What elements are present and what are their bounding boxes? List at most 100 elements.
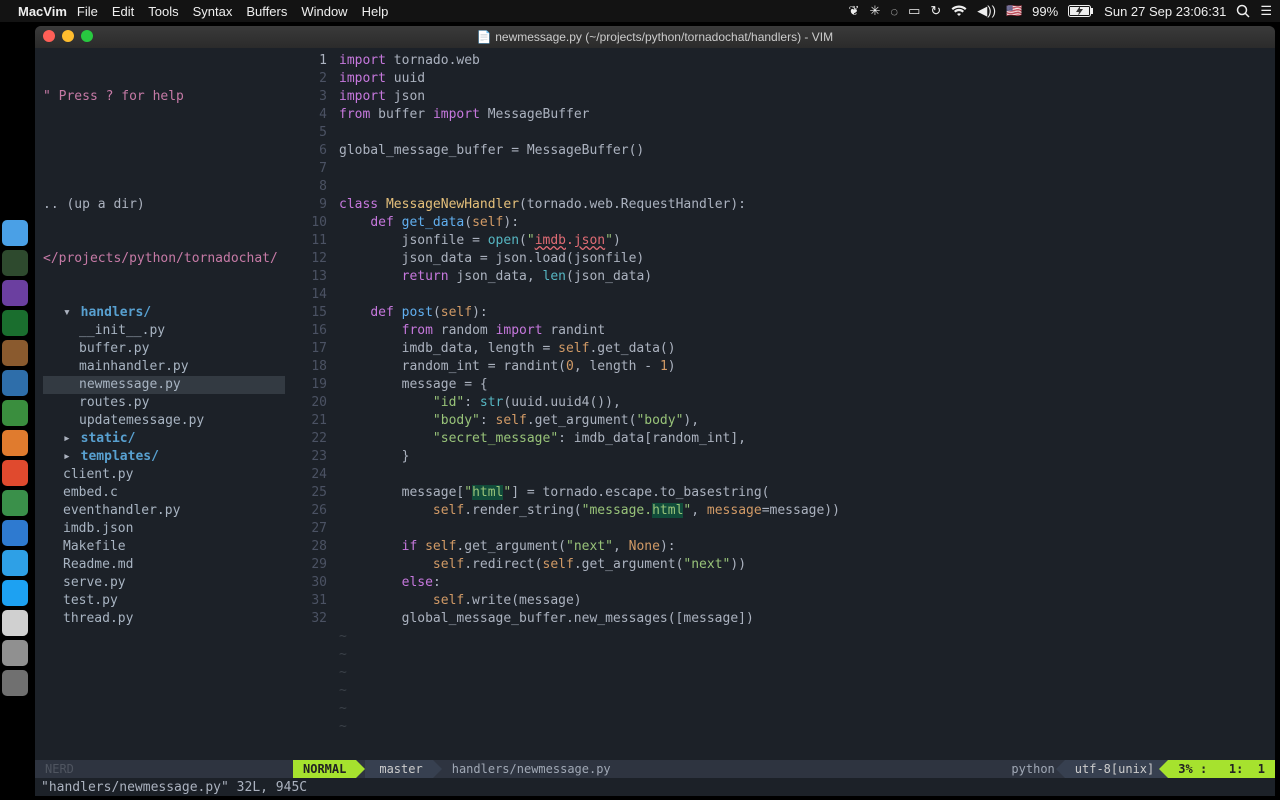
dock-app-2[interactable] [2,280,28,306]
tree-file[interactable]: client.py [43,466,285,484]
tree-file[interactable]: newmessage.py [43,376,285,394]
tree-file[interactable]: thread.py [43,610,285,628]
nerdtree-panel[interactable]: " Press ? for help .. (up a dir) </proje… [35,48,293,760]
sync-icon[interactable]: ✳ [869,3,880,19]
menu-item-syntax[interactable]: Syntax [193,4,233,19]
chevron-right-icon[interactable]: ▸ [63,449,71,464]
menu-item-help[interactable]: Help [362,4,389,19]
code-line[interactable]: else: [339,574,1275,592]
code-line[interactable] [339,520,1275,538]
clock[interactable]: Sun 27 Sep 23:06:31 [1104,4,1226,19]
dock-app-6[interactable] [2,400,28,426]
battery-icon[interactable] [1068,5,1094,17]
spotlight-icon[interactable] [1236,4,1250,18]
code-line[interactable]: "body": self.get_argument("body"), [339,412,1275,430]
nerdtree-updir[interactable]: .. (up a dir) [43,196,285,214]
code-line[interactable] [339,178,1275,196]
code-line[interactable]: def post(self): [339,304,1275,322]
zoom-icon[interactable] [81,30,93,42]
code-buffer[interactable]: import tornado.webimport uuidimport json… [333,48,1275,760]
volume-icon[interactable]: ◀)) [977,3,996,19]
code-line[interactable] [339,466,1275,484]
dock-app-3[interactable] [2,310,28,336]
dock-app-12[interactable] [2,580,28,606]
code-line[interactable] [339,124,1275,142]
dock-app-5[interactable] [2,370,28,396]
tree-file[interactable]: embed.c [43,484,285,502]
tree-file[interactable]: mainhandler.py [43,358,285,376]
code-line[interactable]: random_int = randint(0, length - 1) [339,358,1275,376]
tree-file[interactable]: imdb.json [43,520,285,538]
code-line[interactable]: json_data = json.load(jsonfile) [339,250,1275,268]
menu-item-edit[interactable]: Edit [112,4,134,19]
input-flag-icon[interactable]: 🇺🇸 [1006,3,1022,19]
nerdtree-root[interactable]: </projects/python/tornadochat/ [43,250,285,268]
timemachine-icon[interactable]: ↻ [930,3,941,19]
chevron-right-icon[interactable]: ▸ [63,431,71,446]
notification-center-icon[interactable]: ☰ [1260,3,1272,19]
display-icon[interactable]: ▭ [908,3,920,19]
code-line[interactable] [339,286,1275,304]
menu-item-file[interactable]: File [77,4,98,19]
code-line[interactable]: from random import randint [339,322,1275,340]
dock-app-8[interactable] [2,460,28,486]
tree-dir[interactable]: ▾ handlers/ [43,304,285,322]
menu-item-window[interactable]: Window [301,4,347,19]
chevron-down-icon[interactable]: ▾ [63,305,71,320]
menu-item-tools[interactable]: Tools [148,4,178,19]
battery-percent[interactable]: 99% [1032,4,1058,19]
titlebar[interactable]: 📄 newmessage.py (~/projects/python/torna… [35,26,1275,48]
code-line[interactable]: message = { [339,376,1275,394]
dock-app-9[interactable] [2,490,28,516]
close-icon[interactable] [43,30,55,42]
code-line[interactable]: self.write(message) [339,592,1275,610]
evernote-icon[interactable]: ❦ [849,3,860,19]
command-line[interactable]: "handlers/newmessage.py" 32L, 945C [35,778,1275,796]
code-line[interactable]: if self.get_argument("next", None): [339,538,1275,556]
code-line[interactable]: from buffer import MessageBuffer [339,106,1275,124]
code-line[interactable]: global_message_buffer.new_messages([mess… [339,610,1275,628]
tree-file[interactable]: serve.py [43,574,285,592]
code-line[interactable]: self.render_string("message.html", messa… [339,502,1275,520]
code-line[interactable]: "secret_message": imdb_data[random_int], [339,430,1275,448]
tree-file[interactable]: routes.py [43,394,285,412]
code-line[interactable]: import uuid [339,70,1275,88]
tree-file[interactable]: updatemessage.py [43,412,285,430]
code-line[interactable]: self.redirect(self.get_argument("next")) [339,556,1275,574]
code-line[interactable]: global_message_buffer = MessageBuffer() [339,142,1275,160]
tree-file[interactable]: Readme.md [43,556,285,574]
chat-icon[interactable]: ◌ [890,4,898,19]
tree-file[interactable]: test.py [43,592,285,610]
dock-app-0[interactable] [2,220,28,246]
dock-app-14[interactable] [2,640,28,666]
wifi-icon[interactable] [951,5,967,17]
tree-file[interactable]: Makefile [43,538,285,556]
code-line[interactable]: } [339,448,1275,466]
code-line[interactable]: import json [339,88,1275,106]
code-line[interactable]: import tornado.web [339,52,1275,70]
tree-file[interactable]: __init__.py [43,322,285,340]
code-line[interactable]: message["html"] = tornado.escape.to_base… [339,484,1275,502]
code-line[interactable]: jsonfile = open("imdb.json") [339,232,1275,250]
code-line[interactable]: "id": str(uuid.uuid4()), [339,394,1275,412]
tree-file[interactable]: eventhandler.py [43,502,285,520]
app-name[interactable]: MacVim [18,4,67,19]
dock-app-13[interactable] [2,610,28,636]
minimize-icon[interactable] [62,30,74,42]
line-number: 13 [293,268,327,286]
tree-dir[interactable]: ▸ templates/ [43,448,285,466]
tree-file[interactable]: buffer.py [43,340,285,358]
tree-dir[interactable]: ▸ static/ [43,430,285,448]
menu-item-buffers[interactable]: Buffers [246,4,287,19]
code-line[interactable]: imdb_data, length = self.get_data() [339,340,1275,358]
dock-app-7[interactable] [2,430,28,456]
dock-app-10[interactable] [2,520,28,546]
code-line[interactable]: class MessageNewHandler(tornado.web.Requ… [339,196,1275,214]
dock-app-4[interactable] [2,340,28,366]
code-line[interactable]: return json_data, len(json_data) [339,268,1275,286]
dock-app-15[interactable] [2,670,28,696]
code-line[interactable]: def get_data(self): [339,214,1275,232]
code-line[interactable] [339,160,1275,178]
dock-app-1[interactable] [2,250,28,276]
dock-app-11[interactable] [2,550,28,576]
